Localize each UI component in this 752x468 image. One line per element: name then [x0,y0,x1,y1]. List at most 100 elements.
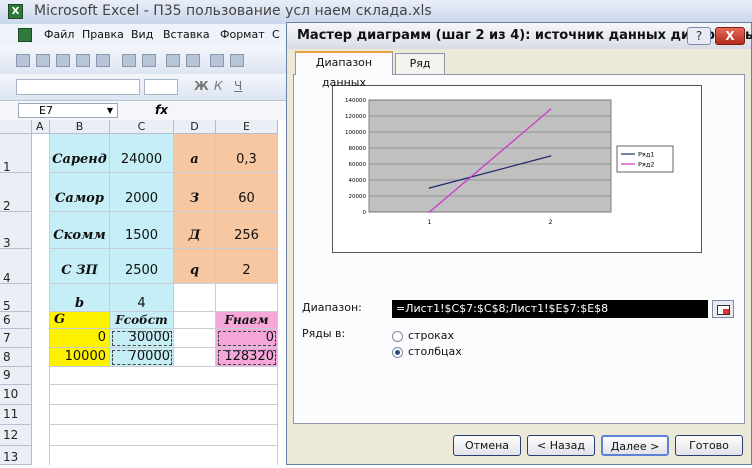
cell-b6[interactable]: G [50,312,110,329]
series-columns-label[interactable]: столбцах [408,345,462,358]
cell-b5[interactable]: b [50,284,110,312]
series-rows-label[interactable]: строках [408,329,454,342]
menu-edit[interactable]: Правка [82,28,124,41]
row-header[interactable]: 7 [0,329,32,348]
cell-d6[interactable] [174,312,216,329]
empty-row[interactable] [50,446,278,465]
close-button[interactable]: X [715,27,745,45]
cell-d3[interactable]: Д [174,212,216,249]
worksheet-grid[interactable]: A B C D E 1 2 3 4 5 6 7 8 9 10 11 12 13 … [0,120,300,465]
radio-series-rows[interactable] [392,331,403,342]
row-header[interactable]: 3 [0,212,32,250]
italic-button[interactable]: К [214,79,223,93]
empty-row[interactable] [50,425,278,446]
cell-e7[interactable]: 0 [216,329,278,348]
row-header[interactable]: 12 [0,425,32,446]
column-header-a[interactable]: A [32,120,50,134]
collapse-dialog-button[interactable] [712,300,734,318]
spelling-icon[interactable] [166,54,180,67]
menu-service[interactable]: С [272,28,280,41]
row-header[interactable]: 4 [0,249,32,285]
print-icon[interactable] [122,54,136,67]
range-input[interactable]: =Лист1!$C$7:$C$8;Лист1!$E$7:$E$8 [392,300,708,318]
cell-d1[interactable]: a [174,134,216,173]
cut-icon[interactable] [210,54,224,67]
cell-b4[interactable]: С ЗП [50,249,110,284]
research-icon[interactable] [186,54,200,67]
column-header-b[interactable]: B [50,120,110,134]
cell-c2[interactable]: 2000 [110,173,174,212]
row-header[interactable]: 5 [0,284,32,313]
row-header[interactable]: 8 [0,348,32,367]
select-all-corner[interactable] [0,120,32,134]
open-icon[interactable] [36,54,50,67]
row-header[interactable]: 9 [0,367,32,385]
cell-c5[interactable]: 4 [110,284,174,312]
cell-d2[interactable]: З [174,173,216,212]
tab-series[interactable]: Ряд [395,53,445,74]
cell-b1[interactable]: Саренд [50,134,110,173]
back-button[interactable]: < Назад [527,435,595,456]
cell-e3[interactable]: 256 [216,212,278,249]
cell-d5[interactable] [174,284,216,312]
menu-view[interactable]: Вид [131,28,153,41]
radio-series-columns[interactable] [392,347,403,358]
copy-icon[interactable] [230,54,244,67]
font-name-select[interactable] [16,79,140,95]
menu-insert[interactable]: Вставка [163,28,210,41]
email-icon[interactable] [96,54,110,67]
cancel-button[interactable]: Отмена [453,435,521,456]
preview-icon[interactable] [142,54,156,67]
font-size-select[interactable] [144,79,178,95]
column-header-e[interactable]: E [216,120,278,134]
row-header[interactable]: 13 [0,446,32,465]
empty-row[interactable] [50,367,278,385]
name-box[interactable]: E7 ▼ [18,103,118,118]
empty-row[interactable] [50,385,278,405]
tab-data-range[interactable]: Диапазон данных [295,51,393,89]
column-header-c[interactable]: C [110,120,174,134]
cell-e5[interactable] [216,284,278,312]
menu-format[interactable]: Формат [220,28,265,41]
cell-d8[interactable] [174,348,216,367]
fx-icon[interactable]: fx [155,103,168,117]
cell-b2[interactable]: Самор [50,173,110,212]
row-header[interactable]: 11 [0,405,32,425]
dialog-title-bar[interactable]: Мастер диаграмм (шаг 2 из 4): источник д… [287,23,752,49]
cell-d4[interactable]: q [174,249,216,284]
chevron-down-icon[interactable]: ▼ [107,104,113,117]
cell-c1[interactable]: 24000 [110,134,174,173]
column-a-cells[interactable] [32,134,50,465]
finish-button[interactable]: Готово [675,435,743,456]
cell-c6[interactable]: Fсобст [110,312,174,329]
cell-e1[interactable]: 0,3 [216,134,278,173]
cell-b3[interactable]: Скомм [50,212,110,249]
help-button[interactable]: ? [687,27,711,45]
cell-e2[interactable]: 60 [216,173,278,212]
cell-c7[interactable]: 30000 [110,329,174,348]
plot-area [368,99,612,213]
row-header[interactable]: 1 [0,134,32,174]
cell-d7[interactable] [174,329,216,348]
workbook-icon[interactable] [18,28,32,42]
row-header[interactable]: 2 [0,173,32,213]
menu-file[interactable]: Файл [44,28,74,41]
cell-b7[interactable]: 0 [50,329,110,348]
cell-c8[interactable]: 70000 [110,348,174,367]
cell-e6[interactable]: Fнаем [216,312,278,329]
cell-e4[interactable]: 2 [216,249,278,284]
save-icon[interactable] [56,54,70,67]
cell-c3[interactable]: 1500 [110,212,174,249]
empty-row[interactable] [50,405,278,425]
cell-c4[interactable]: 2500 [110,249,174,284]
cell-b8[interactable]: 10000 [50,348,110,367]
row-header[interactable]: 10 [0,385,32,405]
row-header[interactable]: 6 [0,312,32,329]
column-header-d[interactable]: D [174,120,216,134]
bold-button[interactable]: Ж [194,79,209,93]
new-icon[interactable] [16,54,30,67]
cell-e8[interactable]: 128320 [216,348,278,367]
permission-icon[interactable] [76,54,90,67]
next-button[interactable]: Далее > [601,435,669,456]
underline-button[interactable]: Ч [234,79,242,93]
